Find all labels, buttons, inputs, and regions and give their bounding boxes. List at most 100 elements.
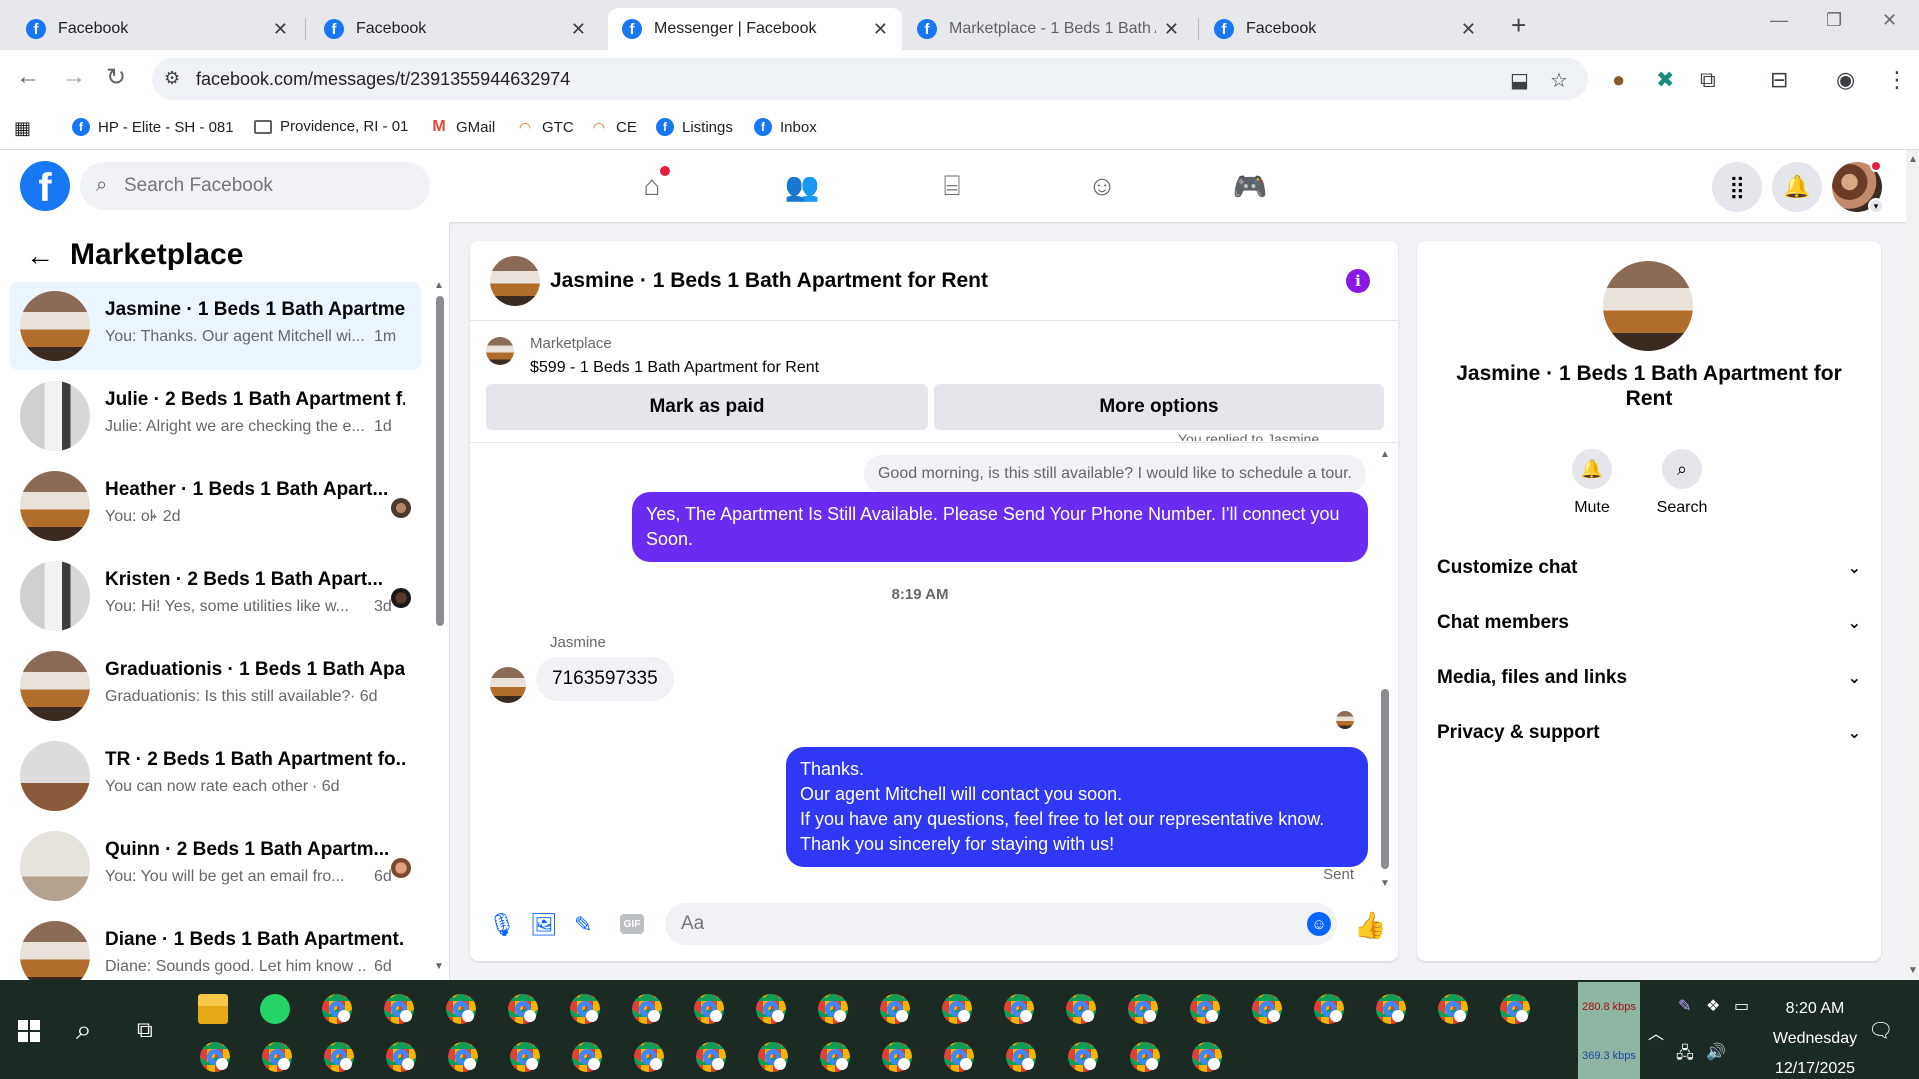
more-options-button[interactable]: More options xyxy=(934,384,1384,430)
chat-title[interactable]: Jasmine · 1 Beds 1 Bath Apartment for Re… xyxy=(550,269,988,293)
chrome-icon[interactable] xyxy=(880,994,910,1024)
chrome-icon[interactable] xyxy=(200,1042,230,1072)
close-tab-icon[interactable]: ✕ xyxy=(1164,19,1179,40)
notification-center-icon[interactable]: 🗨 xyxy=(1868,1018,1893,1043)
install-app-icon[interactable]: ⬓ xyxy=(1510,68,1529,93)
site-info-icon[interactable]: ⚙ xyxy=(164,68,180,89)
browser-tab-2[interactable]: f Facebook ✕ xyxy=(310,8,600,50)
bookmark-star-icon[interactable]: ☆ xyxy=(1550,68,1568,93)
friends-nav-icon[interactable]: 👥 xyxy=(782,168,822,204)
chrome-icon[interactable] xyxy=(384,994,414,1024)
chrome-icon[interactable] xyxy=(510,1042,540,1072)
chrome-icon[interactable] xyxy=(942,994,972,1024)
chrome-icon[interactable] xyxy=(448,1042,478,1072)
chat-avatar[interactable] xyxy=(490,256,540,306)
conversation-item[interactable]: Graduationis · 1 Beds 1 Bath Apa... Grad… xyxy=(10,642,421,730)
chrome-icon[interactable] xyxy=(820,1042,850,1072)
conversation-item[interactable]: TR · 2 Beds 1 Bath Apartment fo... You c… xyxy=(10,732,421,820)
chrome-icon[interactable] xyxy=(324,1042,354,1072)
home-nav-icon[interactable]: ⌂ xyxy=(632,166,672,204)
browser-tab-5[interactable]: f Facebook ✕ xyxy=(1200,8,1490,50)
gaming-nav-icon[interactable]: 🎮 xyxy=(1230,168,1270,204)
forward-icon[interactable]: → xyxy=(62,63,86,91)
conversation-item[interactable]: Jasmine · 1 Beds 1 Bath Apartme... You: … xyxy=(10,282,421,370)
photo-icon[interactable]: 🖼 xyxy=(530,912,558,938)
apps-grid-icon[interactable]: ▦ xyxy=(14,118,31,139)
chrome-icon[interactable] xyxy=(386,1042,416,1072)
browser-tab-messenger[interactable]: f Messenger | Facebook ✕ xyxy=(608,8,902,50)
bookmark-listings[interactable]: f Listings xyxy=(656,118,733,136)
chrome-icon[interactable] xyxy=(632,994,662,1024)
bookmark-ce[interactable]: ◠ CE xyxy=(590,118,637,136)
browser-tab-1[interactable]: f Facebook ✕ xyxy=(12,8,302,50)
chrome-icon[interactable] xyxy=(1068,1042,1098,1072)
gif-icon[interactable]: GIF xyxy=(620,914,644,934)
chrome-icon[interactable] xyxy=(1006,1042,1036,1072)
chrome-icon[interactable] xyxy=(446,994,476,1024)
back-icon[interactable]: ← xyxy=(16,63,40,91)
reload-icon[interactable]: ↻ xyxy=(106,63,126,92)
chrome-icon[interactable] xyxy=(1252,994,1282,1024)
message-input[interactable] xyxy=(681,903,1281,945)
scroll-down-icon[interactable]: ▼ xyxy=(434,961,444,972)
search-icon[interactable]: ⌕ xyxy=(76,1014,92,1047)
chat-members-section[interactable]: Chat members ⌄ xyxy=(1437,608,1861,638)
facebook-logo-icon[interactable]: f xyxy=(20,161,70,211)
network-icon[interactable]: 🖧 xyxy=(1676,1042,1694,1069)
emoji-icon[interactable]: ☺ xyxy=(1307,912,1331,936)
page-scrollbar[interactable]: ▲ ▼ xyxy=(1906,150,1919,980)
show-hidden-icons-chevron-up-icon[interactable]: ︿ xyxy=(1648,1020,1664,1044)
cookie-extension-icon[interactable]: ● xyxy=(1612,67,1625,93)
sticker-icon[interactable]: ✎ xyxy=(574,912,592,938)
chrome-icon[interactable] xyxy=(1314,994,1344,1024)
chrome-icon[interactable] xyxy=(322,994,352,1024)
scroll-down-icon[interactable]: ▼ xyxy=(1908,965,1918,976)
chrome-icon[interactable] xyxy=(570,994,600,1024)
profile-icon[interactable]: ◉ xyxy=(1836,67,1855,93)
restore-icon[interactable]: ❐ xyxy=(1826,10,1842,31)
chrome-icon[interactable] xyxy=(262,1042,292,1072)
bookmark-hp-elite[interactable]: f HP - Elite - SH - 081 xyxy=(72,118,234,136)
close-tab-icon[interactable]: ✕ xyxy=(1461,19,1476,40)
conversation-list-scrollbar[interactable]: ▲ ▼ xyxy=(434,280,444,972)
chrome-icon[interactable] xyxy=(508,994,538,1024)
chrome-icon[interactable] xyxy=(1192,1042,1222,1072)
marketplace-nav-icon[interactable]: ⌸ xyxy=(932,168,972,204)
message-input-box[interactable]: ☺ xyxy=(665,903,1337,945)
chrome-icon[interactable] xyxy=(1004,994,1034,1024)
chrome-icon[interactable] xyxy=(1438,994,1468,1024)
scrollbar-thumb[interactable] xyxy=(436,296,444,626)
browser-tab-marketplace[interactable]: f Marketplace - 1 Beds 1 Bath Ap ✕ xyxy=(903,8,1193,50)
thumbs-up-icon[interactable]: 👍 xyxy=(1354,910,1386,941)
chrome-icon[interactable] xyxy=(694,994,724,1024)
microphone-icon[interactable]: 🎙 xyxy=(488,912,516,938)
chat-scrollbar[interactable]: ▲ ▼ xyxy=(1380,449,1390,889)
minimize-icon[interactable]: — xyxy=(1770,10,1788,31)
menu-grid-icon[interactable]: ⣿ xyxy=(1712,162,1762,212)
chrome-icon[interactable] xyxy=(1128,994,1158,1024)
media-files-links-section[interactable]: Media, files and links ⌄ xyxy=(1437,663,1861,693)
groups-nav-icon[interactable]: ☺ xyxy=(1082,168,1122,204)
chrome-icon[interactable] xyxy=(1376,994,1406,1024)
mute-button[interactable]: 🔔 Mute xyxy=(1547,449,1637,517)
quoted-message[interactable]: Good morning, is this still available? I… xyxy=(863,455,1366,493)
close-window-icon[interactable]: ✕ xyxy=(1882,10,1897,31)
volume-icon[interactable]: 🔊 xyxy=(1706,1042,1726,1062)
pen-tray-icon[interactable]: ✎ xyxy=(1678,996,1691,1016)
conversation-item[interactable]: Diane · 1 Beds 1 Bath Apartment... Diane… xyxy=(10,912,421,980)
customize-chat-section[interactable]: Customize chat ⌄ xyxy=(1437,553,1861,583)
close-tab-icon[interactable]: ✕ xyxy=(873,19,888,40)
chrome-icon[interactable] xyxy=(634,1042,664,1072)
facebook-search-input[interactable] xyxy=(124,162,414,210)
extensions-puzzle-icon[interactable]: ⧉ xyxy=(1700,67,1716,93)
scrollbar-thumb[interactable] xyxy=(1381,689,1389,869)
system-clock[interactable]: 8:20 AM Wednesday 12/17/2025 xyxy=(1760,994,1870,1079)
address-bar[interactable]: ⚙ facebook.com/messages/t/23913559446329… xyxy=(152,58,1588,100)
chrome-icon[interactable] xyxy=(1190,994,1220,1024)
chrome-icon[interactable] xyxy=(1500,994,1530,1024)
new-tab-icon[interactable]: + xyxy=(1511,10,1526,41)
scroll-up-icon[interactable]: ▲ xyxy=(1380,449,1390,460)
chrome-icon[interactable] xyxy=(944,1042,974,1072)
tab-search-icon[interactable]: ⊟ xyxy=(1770,67,1788,93)
close-tab-icon[interactable]: ✕ xyxy=(273,19,288,40)
